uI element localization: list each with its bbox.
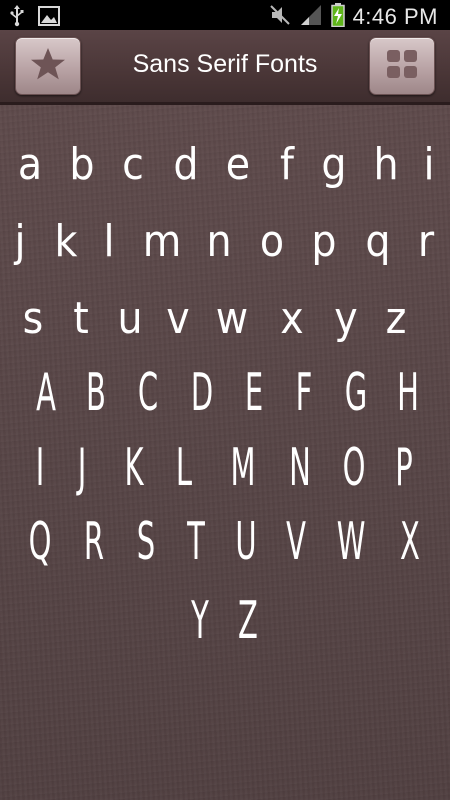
glyph: s bbox=[22, 293, 44, 344]
action-bar: Sans Serif Fonts bbox=[0, 30, 450, 105]
glyph: n bbox=[206, 216, 232, 267]
glyph: q bbox=[365, 216, 391, 267]
glyph: D bbox=[190, 363, 214, 423]
glyph: k bbox=[54, 216, 78, 267]
glyph: Z bbox=[238, 591, 258, 651]
glyph: J bbox=[77, 438, 87, 498]
glyph: g bbox=[321, 139, 347, 190]
glyph: A bbox=[36, 363, 56, 423]
glyph: V bbox=[286, 512, 306, 572]
glyph: z bbox=[385, 293, 407, 344]
glyph: m bbox=[142, 216, 182, 267]
glyph: Q bbox=[28, 512, 52, 572]
glyph: T bbox=[187, 512, 205, 572]
glyph: F bbox=[295, 363, 313, 423]
glyph: d bbox=[173, 139, 199, 190]
glyph: r bbox=[417, 216, 435, 267]
glyph: b bbox=[69, 139, 95, 190]
glyph: N bbox=[289, 438, 311, 498]
app-screen: 4:46 PM Sans Serif Fonts a b c d e f g h… bbox=[0, 0, 450, 800]
glyph: c bbox=[122, 139, 144, 190]
glyph: w bbox=[215, 293, 249, 344]
glyph: B bbox=[86, 363, 106, 423]
usb-icon bbox=[10, 5, 24, 31]
glyph: K bbox=[124, 438, 144, 498]
glyph: U bbox=[235, 512, 257, 572]
glyph: e bbox=[225, 139, 251, 190]
glyph: l bbox=[103, 216, 115, 267]
glyph: R bbox=[83, 512, 105, 572]
image-icon bbox=[38, 6, 60, 30]
page-title: Sans Serif Fonts bbox=[132, 50, 318, 78]
grid-icon bbox=[385, 48, 419, 84]
glyph: p bbox=[311, 216, 337, 267]
glyph: u bbox=[117, 293, 143, 344]
glyph: a bbox=[17, 139, 43, 190]
glyph: o bbox=[259, 216, 285, 267]
glyph: j bbox=[14, 216, 26, 267]
signal-icon bbox=[299, 4, 323, 30]
glyph: X bbox=[400, 512, 420, 572]
glyph: S bbox=[136, 512, 156, 572]
glyph: y bbox=[334, 293, 358, 344]
glyph: G bbox=[344, 363, 368, 423]
mute-icon bbox=[269, 4, 291, 30]
glyph: Y bbox=[191, 591, 209, 651]
glyph: x bbox=[280, 293, 304, 344]
glyph: v bbox=[166, 293, 190, 344]
status-system: 4:46 PM bbox=[269, 3, 438, 31]
glyph: C bbox=[137, 363, 159, 423]
grid-menu-button[interactable] bbox=[369, 37, 435, 95]
favorites-button[interactable] bbox=[15, 37, 81, 95]
glyph: P bbox=[395, 438, 413, 498]
glyph: I bbox=[35, 438, 45, 498]
status-time: 4:46 PM bbox=[352, 4, 438, 29]
status-bar: 4:46 PM bbox=[0, 0, 450, 30]
battery-charging-icon bbox=[330, 3, 345, 31]
glyph: W bbox=[336, 512, 366, 572]
glyph: O bbox=[342, 438, 366, 498]
glyph: f bbox=[280, 139, 294, 190]
glyph: E bbox=[244, 363, 264, 423]
glyph: t bbox=[73, 293, 89, 344]
star-icon bbox=[30, 46, 66, 86]
font-preview-area: a b c d e f g h i j k l m n o p q r s t … bbox=[0, 105, 450, 800]
glyph: M bbox=[230, 438, 256, 498]
glyph: H bbox=[397, 363, 419, 423]
glyph: i bbox=[423, 139, 435, 190]
status-notifications bbox=[10, 5, 60, 31]
glyph: L bbox=[175, 438, 193, 498]
glyph: h bbox=[373, 139, 399, 190]
